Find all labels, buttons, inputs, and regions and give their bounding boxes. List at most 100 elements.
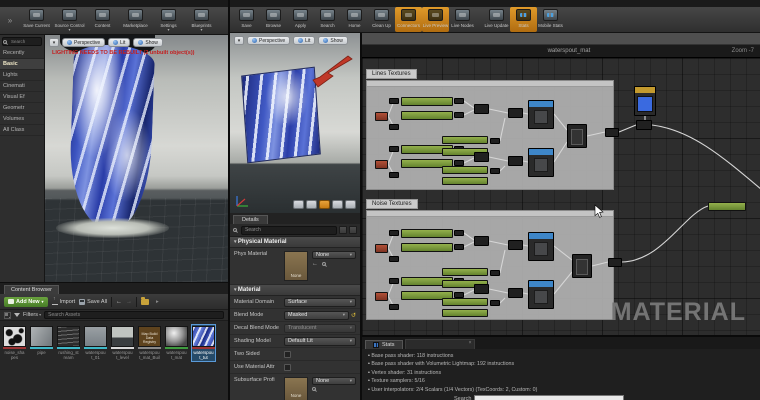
modes-category[interactable]: Geometr	[0, 103, 44, 114]
viewport-mode-button[interactable]: Show	[133, 38, 163, 47]
modes-search-input[interactable]	[9, 39, 41, 44]
graph-node-green[interactable]	[442, 298, 488, 306]
graph-node-s[interactable]	[608, 258, 622, 267]
toolbar-button[interactable]: Blueprints	[185, 7, 218, 34]
graph-node-cap[interactable]	[389, 304, 399, 310]
reset-to-default-icon[interactable]	[351, 312, 356, 319]
toolbar-button[interactable]: Search	[314, 7, 341, 32]
modes-category[interactable]: Visual Ef	[0, 92, 44, 103]
viewport-mode-button[interactable]: Perspective	[247, 36, 291, 45]
graph-node-green[interactable]	[442, 166, 488, 174]
viewport-mode-button[interactable]: Perspective	[62, 38, 106, 47]
material-domain-dropdown[interactable]: Surface	[284, 297, 356, 307]
asset-tile[interactable]: noise_shapes	[2, 324, 27, 362]
graph-node-cap[interactable]	[490, 138, 500, 144]
browse-to-asset-icon[interactable]	[312, 387, 316, 391]
toolbar-button[interactable]: Save	[233, 7, 260, 32]
toolbar-button[interactable]: Apply	[287, 7, 314, 32]
view-options-icon[interactable]	[4, 311, 11, 319]
list-view-icon[interactable]	[339, 226, 347, 234]
graph-node-green[interactable]	[401, 229, 453, 238]
material-preview-viewport[interactable]: ▾ Perspective Lit Show	[230, 33, 360, 213]
graph-node-green[interactable]	[401, 97, 453, 106]
section-header-material[interactable]: Material	[230, 285, 360, 296]
graph-node-green[interactable]	[401, 111, 453, 120]
graph-node-tex[interactable]	[528, 232, 554, 261]
eye-icon[interactable]	[349, 226, 357, 234]
toolbar-button[interactable]: Settings	[152, 7, 185, 34]
phys-material-dropdown[interactable]: None	[312, 251, 356, 259]
toolbar-button[interactable]: Browse	[260, 7, 287, 32]
details-tab[interactable]: Details	[233, 215, 268, 224]
subsurface-profile-thumbnail[interactable]: None	[284, 377, 308, 400]
asset-tile[interactable]: waterspout_tut	[191, 324, 216, 362]
graph-node-cap[interactable]	[389, 256, 399, 262]
asset-tile[interactable]: waterspout_level	[110, 324, 135, 362]
filters-button[interactable]: Filters	[23, 312, 41, 318]
cylinder-shape[interactable]	[293, 200, 304, 209]
graph-node-gold[interactable]	[634, 86, 656, 116]
graph-node-green[interactable]	[442, 309, 488, 317]
graph-node-red[interactable]	[375, 160, 388, 169]
graph-node-green[interactable]	[442, 268, 488, 276]
expand-toolbar-icon[interactable]: »	[0, 7, 20, 34]
toolbar-button[interactable]: Stats	[510, 7, 537, 32]
graph-node-cap[interactable]	[389, 172, 399, 178]
graph-node-m[interactable]	[474, 152, 489, 162]
graph-node-tex[interactable]	[528, 280, 554, 309]
modes-category[interactable]: All Class	[0, 125, 44, 136]
graph-node-red[interactable]	[375, 244, 388, 253]
graph-node-cap[interactable]	[490, 270, 500, 276]
graph-node-cap[interactable]	[454, 98, 464, 104]
toolbar-button[interactable]: Content	[86, 7, 119, 34]
modes-category[interactable]: Basic	[0, 59, 44, 70]
graph-node-m[interactable]	[508, 156, 523, 166]
graph-node-green[interactable]	[442, 136, 488, 144]
section-header-physical-material[interactable]: Physical Material	[230, 237, 360, 248]
use-selected-asset-icon[interactable]	[312, 261, 318, 267]
browse-to-asset-icon[interactable]	[322, 262, 326, 266]
graph-node-cap[interactable]	[490, 300, 500, 306]
graph-node-lerp[interactable]	[572, 254, 592, 278]
modes-category[interactable]: Volumes	[0, 114, 44, 125]
toolbar-button[interactable]: Source Control	[53, 7, 86, 34]
blend-mode-dropdown[interactable]: Masked	[284, 310, 349, 320]
details-search-input[interactable]	[241, 225, 337, 235]
stats-tab[interactable]: Stats	[365, 340, 403, 349]
level-viewport[interactable]: ▾ Perspective Lit Show LIGHTING NEEDS TO B…	[45, 35, 228, 282]
asset-tile[interactable]: waterspout_mat	[164, 324, 189, 362]
graph-node-m[interactable]	[508, 288, 523, 298]
modes-search[interactable]	[2, 37, 42, 46]
viewport-mode-button[interactable]: Lit	[108, 38, 131, 47]
viewport-mode-button[interactable]: Show	[318, 36, 348, 45]
graph-node-cap[interactable]	[454, 230, 464, 236]
graph-node-greenr[interactable]	[708, 202, 746, 211]
toolbar-button[interactable]: Marketplace	[119, 7, 152, 34]
graph-node-m[interactable]	[508, 240, 523, 250]
import-button[interactable]: Import	[51, 299, 75, 305]
back-arrow-icon[interactable]: ←	[116, 299, 122, 305]
viewport-mode-button[interactable]: Lit	[293, 36, 316, 45]
graph-node-cap[interactable]	[389, 146, 399, 152]
graph-canvas[interactable]: Lines Textures Noise Textures MATERIAL	[362, 58, 760, 335]
viewport-options-dropdown[interactable]: ▾	[49, 38, 59, 47]
inactive-tab[interactable]	[404, 339, 475, 349]
toolbar-button[interactable]: Save Current	[20, 7, 53, 34]
toolbar-button[interactable]: Live Preview	[422, 7, 449, 32]
graph-node-m[interactable]	[474, 104, 489, 114]
toolbar-button[interactable]: Connectors	[395, 7, 422, 32]
toolbar-button[interactable]: Clean Up	[368, 7, 395, 32]
toolbar-button[interactable]: Live Nodes	[449, 7, 476, 32]
graph-node-tex[interactable]	[528, 148, 554, 177]
phys-material-thumbnail[interactable]: None	[284, 251, 308, 281]
save-all-button[interactable]: Save All	[79, 298, 107, 305]
modes-category[interactable]: Recently	[0, 48, 44, 59]
graph-node-red[interactable]	[375, 292, 388, 301]
graph-node-green[interactable]	[401, 243, 453, 252]
forward-arrow-icon[interactable]: →	[126, 299, 132, 305]
graph-node-cap[interactable]	[389, 124, 399, 130]
asset-tile[interactable]: waterspout_01	[83, 324, 108, 362]
custom-mesh-shape[interactable]	[345, 200, 356, 209]
subsurface-profile-dropdown[interactable]: None	[312, 377, 356, 385]
graph-node-cap[interactable]	[490, 168, 500, 174]
